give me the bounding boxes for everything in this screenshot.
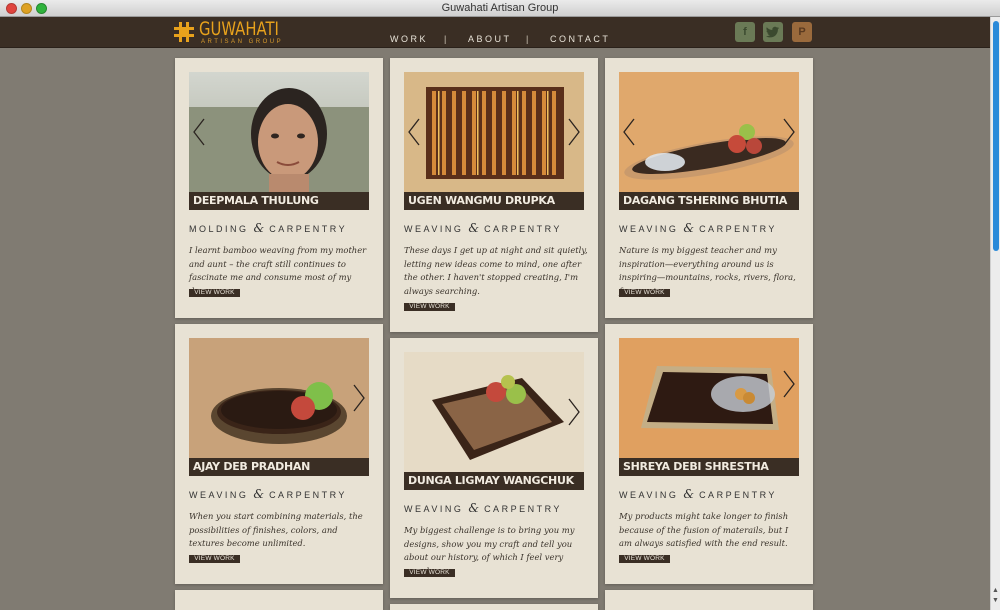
logo-subtitle: ARTISAN GROUP: [201, 39, 284, 45]
chevron-right-icon[interactable]: [352, 384, 366, 412]
artisan-card-partial: [175, 590, 383, 610]
chevron-left-icon[interactable]: [622, 118, 636, 146]
scroll-down-icon[interactable]: ▼: [992, 597, 999, 604]
view-work-button[interactable]: VIEW WORK: [619, 289, 670, 297]
artisan-card: UGEN WANGMU DRUPKA WEAVING & CARPENTRY T…: [390, 58, 598, 332]
chevron-right-icon[interactable]: [567, 398, 581, 426]
craft-ampersand: &: [253, 487, 265, 501]
window-title: Guwahati Artisan Group: [441, 2, 559, 14]
artisan-quote: My products might take longer to finish …: [619, 511, 789, 548]
logo-text[interactable]: GUWAHATI: [199, 18, 279, 40]
artisan-quote: When you start combining materials, the …: [189, 511, 363, 548]
artisan-photo: [619, 338, 799, 458]
facebook-icon[interactable]: f: [735, 22, 755, 42]
artisan-photo: [619, 72, 799, 192]
artisan-photo: [404, 352, 584, 472]
artisan-craft: WEAVING & CARPENTRY: [404, 501, 562, 515]
chevron-left-icon[interactable]: [192, 118, 206, 146]
craft-secondary: CARPENTRY: [269, 490, 347, 500]
view-work-button[interactable]: VIEW WORK: [404, 569, 455, 577]
artisan-card-partial: [605, 590, 813, 610]
artisan-craft: WEAVING & CARPENTRY: [619, 221, 777, 235]
nav-separator: |: [444, 34, 449, 44]
craft-primary: WEAVING: [404, 504, 464, 514]
view-work-button[interactable]: VIEW WORK: [619, 555, 670, 563]
craft-secondary: CARPENTRY: [484, 224, 562, 234]
craft-primary: WEAVING: [619, 490, 679, 500]
craft-primary: WEAVING: [404, 224, 464, 234]
vertical-scrollbar[interactable]: ▲ ▼: [990, 17, 1000, 610]
craft-primary: WEAVING: [619, 224, 679, 234]
artisan-craft: MOLDING & CARPENTRY: [189, 221, 347, 235]
chevron-right-icon[interactable]: [567, 118, 581, 146]
artisan-name: DAGANG TSHERING BHUTIA: [619, 192, 799, 210]
craft-primary: WEAVING: [189, 490, 249, 500]
artisan-name: SHREYA DEBI SHRESTHA: [619, 458, 799, 476]
artisan-quote: These days I get up at night and sit qui…: [404, 245, 588, 296]
artisan-craft: WEAVING & CARPENTRY: [619, 487, 777, 501]
craft-secondary: CARPENTRY: [484, 504, 562, 514]
view-work-button[interactable]: VIEW WORK: [189, 555, 240, 563]
view-work-button[interactable]: VIEW WORK: [404, 303, 455, 311]
nav-separator: |: [526, 34, 531, 44]
artisan-name: DEEPMALA THULUNG: [189, 192, 369, 210]
artisan-photo: [189, 72, 369, 192]
artisan-name: DUNGA LIGMAY WANGCHUK: [404, 472, 584, 490]
nav-contact[interactable]: CONTACT: [550, 34, 610, 44]
artisan-photo: [189, 338, 369, 458]
twitter-icon[interactable]: [763, 22, 783, 42]
view-work-button[interactable]: VIEW WORK: [189, 289, 240, 297]
craft-primary: MOLDING: [189, 224, 249, 234]
nav-about[interactable]: ABOUT: [468, 34, 512, 44]
scroll-up-icon[interactable]: ▲: [992, 587, 999, 594]
artisan-name: UGEN WANGMU DRUPKA: [404, 192, 584, 210]
artisan-card: DAGANG TSHERING BHUTIA WEAVING & CARPENT…: [605, 58, 813, 318]
craft-secondary: CARPENTRY: [699, 224, 777, 234]
craft-ampersand: &: [253, 221, 265, 235]
window-titlebar: Guwahati Artisan Group: [0, 0, 1000, 17]
artisan-craft: WEAVING & CARPENTRY: [404, 221, 562, 235]
artisan-card: SHREYA DEBI SHRESTHA WEAVING & CARPENTRY…: [605, 324, 813, 584]
chevron-left-icon[interactable]: [407, 118, 421, 146]
artisan-card: DEEPMALA THULUNG MOLDING & CARPENTRY I l…: [175, 58, 383, 318]
craft-secondary: CARPENTRY: [699, 490, 777, 500]
artisan-photo: [404, 72, 584, 192]
site-header: GUWAHATI ARTISAN GROUP WORK | ABOUT | CO…: [0, 17, 990, 48]
artisan-card: DUNGA LIGMAY WANGCHUK WEAVING & CARPENTR…: [390, 338, 598, 598]
logo-star-icon[interactable]: [172, 20, 196, 44]
chevron-right-icon[interactable]: [782, 118, 796, 146]
artisan-card: AJAY DEB PRADHAN WEAVING & CARPENTRY Whe…: [175, 324, 383, 584]
nav-work[interactable]: WORK: [390, 34, 428, 44]
craft-ampersand: &: [468, 501, 480, 515]
craft-ampersand: &: [468, 221, 480, 235]
artisan-card-partial: [390, 604, 598, 610]
chevron-right-icon[interactable]: [782, 370, 796, 398]
scrollbar-thumb[interactable]: [993, 21, 999, 251]
craft-ampersand: &: [683, 221, 695, 235]
pinterest-icon[interactable]: P: [792, 22, 812, 42]
artisan-craft: WEAVING & CARPENTRY: [189, 487, 347, 501]
artisan-name: AJAY DEB PRADHAN: [189, 458, 369, 476]
craft-ampersand: &: [683, 487, 695, 501]
craft-secondary: CARPENTRY: [269, 224, 348, 234]
